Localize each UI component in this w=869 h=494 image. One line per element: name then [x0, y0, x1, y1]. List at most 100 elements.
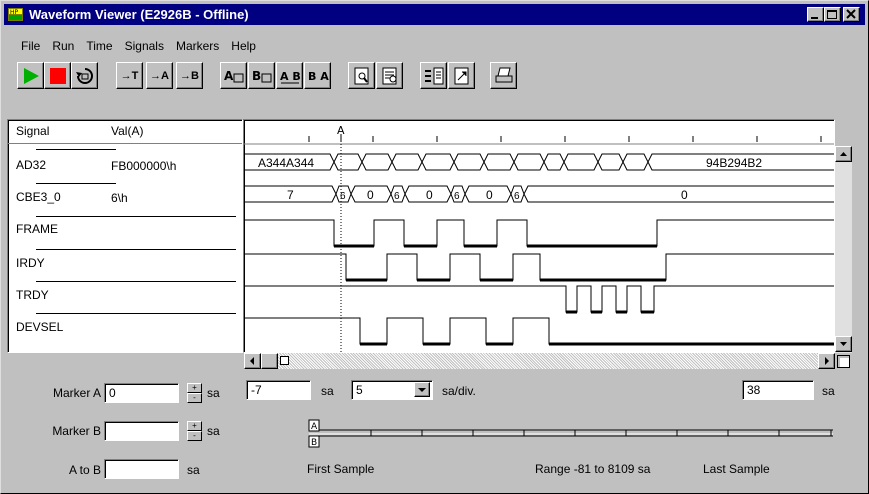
view-end-input[interactable]: 38 [742, 380, 814, 400]
time-ruler [308, 136, 822, 142]
spin-up-icon[interactable]: + [187, 421, 202, 431]
play-icon [23, 67, 39, 84]
signal-list-header: Signal Val(A) [8, 120, 242, 144]
signal-list-button[interactable] [420, 62, 447, 89]
maximize-icon [827, 10, 837, 19]
export-icon [454, 67, 468, 84]
app-icon: HP [8, 8, 23, 21]
menu-run[interactable]: Run [52, 39, 74, 55]
goto-marker-a-button[interactable]: →A [146, 62, 173, 89]
waveform-frame [244, 219, 834, 247]
scale-dropdown-button[interactable] [414, 382, 430, 397]
overview-bar[interactable]: A B [301, 418, 841, 452]
menu-time[interactable]: Time [86, 39, 112, 55]
waveform-devsel [244, 317, 834, 345]
goto-marker-b-button[interactable]: →B [176, 62, 203, 89]
signal-list-panel: Signal Val(A) AD32 FB000000\h CBE3_0 6\h… [7, 119, 243, 353]
range-label: Range -81 to 8109 sa [535, 462, 651, 476]
signal-list-icon [424, 67, 443, 84]
spin-down-icon[interactable]: - [187, 431, 202, 441]
cbe-short-value-4: 6 [514, 191, 520, 202]
maximize-button[interactable] [824, 7, 841, 22]
vertical-scrollbar[interactable] [835, 146, 852, 353]
a-to-b-label: A to B [68, 463, 101, 477]
resize-grip-icon[interactable] [837, 355, 850, 368]
scale-unit: sa/div. [442, 384, 476, 398]
set-marker-ab-button[interactable]: A B [276, 62, 303, 89]
scroll-left-button[interactable] [244, 353, 261, 369]
cbe-mid-value-2: 0 [426, 188, 433, 202]
waveform-trdy [244, 285, 834, 313]
spin-down-icon[interactable]: - [187, 393, 202, 403]
refresh-icon [75, 67, 93, 84]
marker-a-spinner[interactable]: + - [187, 383, 202, 403]
signal-name: AD32 [16, 158, 47, 172]
zoom-page-icon [354, 67, 368, 84]
chevron-down-icon [418, 388, 426, 392]
arrow-up-icon [840, 152, 847, 156]
zoom-detail-button[interactable] [376, 62, 403, 89]
waveform-display[interactable]: A A344A344 94B294B2 7 6 0 6 0 6 0 6 0 [244, 120, 834, 352]
marker-b-input[interactable] [104, 421, 179, 441]
window-title: Waveform Viewer (E2926B - Offline) [29, 7, 249, 22]
title-bar[interactable]: HP Waveform Viewer (E2926B - Offline) [4, 4, 865, 25]
scroll-down-button[interactable] [835, 336, 852, 352]
marker-a-input[interactable]: 0 [104, 383, 179, 403]
horizontal-scrollbar[interactable] [244, 353, 835, 369]
arrow-down-icon [840, 342, 847, 346]
value-column-header[interactable]: Val(A) [111, 124, 143, 138]
close-button[interactable] [843, 7, 860, 22]
marker-b-icon: B [252, 69, 271, 83]
stop-icon [49, 67, 66, 84]
scroll-thumb[interactable] [261, 353, 278, 369]
run-button[interactable] [17, 62, 44, 89]
stop-button[interactable] [44, 62, 71, 89]
svg-text:HP: HP [10, 9, 19, 16]
overview-marker-a[interactable]: A [308, 419, 320, 432]
svg-text:A B: A B [280, 70, 301, 83]
signal-name: FRAME [16, 222, 58, 236]
zoom-page-button[interactable] [348, 62, 375, 89]
svg-text:B: B [311, 438, 317, 448]
marker-b-unit: sa [207, 424, 220, 438]
scroll-right-button[interactable] [818, 353, 835, 369]
menu-help[interactable]: Help [231, 39, 256, 55]
goto-trigger-button[interactable]: →T [116, 62, 143, 89]
overview-marker-b[interactable]: B [308, 435, 320, 448]
view-start-unit: sa [321, 384, 334, 398]
scroll-up-button[interactable] [835, 146, 852, 162]
svg-text:B A: B A [308, 70, 329, 83]
menu-file[interactable]: File [21, 39, 40, 55]
waveform-panel[interactable]: A A344A344 94B294B2 7 6 0 6 0 6 0 6 0 [243, 119, 835, 353]
cbe-start-value: 7 [287, 188, 294, 202]
menu-markers[interactable]: Markers [176, 39, 219, 55]
marker-ab-icon: A B [280, 70, 301, 83]
waveform-irdy [244, 253, 834, 281]
cbe-end-value: 0 [681, 188, 688, 202]
waveform-cbe3-0 [244, 185, 834, 203]
svg-text:B: B [252, 69, 261, 83]
print-button[interactable] [490, 62, 517, 89]
menu-bar: File Run Time Signals Markers Help [21, 39, 268, 55]
svg-text:A: A [224, 69, 234, 83]
marker-b-spinner[interactable]: + - [187, 421, 202, 441]
refresh-button[interactable] [71, 62, 98, 89]
export-button[interactable] [448, 62, 475, 89]
set-marker-b-button[interactable]: B [248, 62, 275, 89]
set-marker-a-button[interactable]: A [220, 62, 247, 89]
swap-marker-button[interactable]: B A [304, 62, 331, 89]
minimize-button[interactable] [807, 7, 824, 22]
marker-swap-icon: B A [308, 70, 329, 83]
cbe-mid-value: 0 [367, 188, 374, 202]
scale-select[interactable]: 5 [351, 380, 433, 400]
zoom-detail-icon [382, 67, 396, 84]
a-to-b-input[interactable] [104, 459, 179, 479]
spin-up-icon[interactable]: + [187, 383, 202, 393]
menu-signals[interactable]: Signals [125, 39, 164, 55]
view-start-input[interactable]: -7 [246, 380, 311, 400]
arrow-left-icon [250, 357, 254, 365]
signal-column-header[interactable]: Signal [16, 124, 49, 138]
signal-name: IRDY [16, 256, 45, 270]
svg-text:A: A [311, 422, 318, 432]
ad32-start-value: A344A344 [258, 156, 314, 170]
